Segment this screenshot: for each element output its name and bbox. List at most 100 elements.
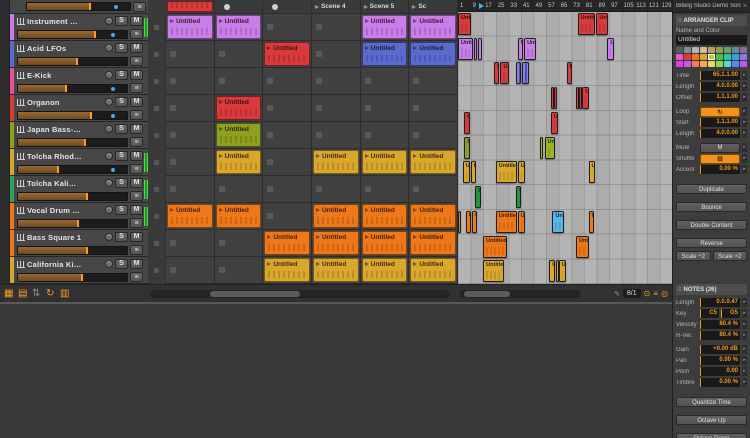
arranger-clip[interactable]: U	[478, 37, 483, 60]
clip-slot[interactable]: Untitled	[360, 203, 410, 230]
track-row[interactable]: California Ki… S M ≡	[10, 257, 148, 284]
track-row[interactable]: E-Kick S M ≡	[10, 68, 148, 95]
clip-slot[interactable]	[166, 257, 215, 284]
track-name[interactable]: Vocal Drum …	[27, 206, 103, 215]
color-swatch[interactable]	[700, 54, 707, 60]
clip-slot[interactable]	[263, 122, 312, 149]
launcher-clip[interactable]: Untitled	[361, 204, 408, 228]
clip-stop-button[interactable]	[154, 25, 159, 30]
arranger-clip[interactable]: Unt	[588, 161, 596, 184]
arranger-clip[interactable]: Unt	[550, 111, 558, 134]
mute-button[interactable]: M	[700, 142, 740, 153]
clip-slot[interactable]	[214, 230, 264, 257]
clip-slot[interactable]	[263, 14, 312, 41]
velocity-value[interactable]: 80.4 %	[700, 320, 740, 329]
double-content-button[interactable]: Double Content	[676, 220, 747, 231]
clip-stop-button[interactable]	[154, 133, 159, 138]
track-row[interactable]: Acid LFOs S M ≡	[10, 41, 148, 68]
clip-slot[interactable]	[311, 68, 361, 95]
solo-button[interactable]: S	[115, 16, 128, 26]
record-arm-button[interactable]	[105, 125, 113, 133]
color-swatch[interactable]	[708, 47, 715, 53]
clip-slot[interactable]: Untitled	[263, 41, 312, 68]
record-arm-button[interactable]	[105, 98, 113, 106]
clip-slot[interactable]	[263, 68, 312, 95]
launcher-clip[interactable]: Untitled	[264, 42, 310, 66]
mute-button[interactable]: M	[130, 43, 143, 53]
scene-play-icon[interactable]	[412, 4, 417, 9]
clip-slot[interactable]	[263, 203, 312, 230]
clip-slot[interactable]: Untitled	[409, 203, 458, 230]
history-icon[interactable]: ▸	[742, 367, 747, 376]
clip-slot[interactable]: Untitled	[409, 257, 458, 284]
track-row[interactable]: Instrument … S M ≡	[10, 14, 148, 41]
history-icon[interactable]: ▸	[742, 345, 747, 354]
clip-slot[interactable]: Untitled	[214, 122, 264, 149]
clip-slot[interactable]	[360, 176, 410, 203]
volume-fader[interactable]	[17, 29, 128, 39]
menu-icon[interactable]: ≡	[653, 289, 658, 298]
arranger-clip[interactable]: Unt	[524, 37, 536, 60]
clip-slot[interactable]: Untitled	[311, 149, 361, 176]
arranger-clip[interactable]: Unt	[596, 13, 608, 35]
scene-header[interactable]: Scene 5	[360, 0, 410, 14]
clip-slot[interactable]	[166, 230, 215, 257]
launcher-clip[interactable]: Untitled	[361, 258, 408, 282]
shuffle-button[interactable]: ⚄	[700, 153, 740, 164]
launcher-clip-partial[interactable]	[167, 1, 213, 12]
quantize-time-button[interactable]: Quantize Time	[676, 397, 747, 408]
color-swatch[interactable]	[740, 47, 747, 53]
color-swatch[interactable]	[724, 47, 731, 53]
clip-slot[interactable]: Untitled	[409, 230, 458, 257]
loop-icon[interactable]: ↻	[46, 287, 54, 300]
color-swatch[interactable]	[700, 61, 707, 67]
color-swatch[interactable]	[692, 54, 699, 60]
history-icon[interactable]: ▸	[742, 356, 747, 365]
clip-slot[interactable]	[263, 95, 312, 122]
mute-button[interactable]: M	[130, 97, 143, 107]
clip-slot[interactable]	[166, 95, 215, 122]
clip-slot[interactable]	[311, 14, 361, 41]
clip-slot[interactable]: Untitled	[263, 230, 312, 257]
launcher-clip[interactable]: Untitled	[312, 204, 359, 228]
reverse-button[interactable]: Reverse	[676, 238, 747, 249]
arranger-clip[interactable]: Unt	[582, 87, 590, 110]
arranger-clip[interactable]: Unt	[470, 161, 476, 184]
length-value[interactable]: 4.0.0.00	[700, 82, 740, 91]
track-menu-button[interactable]: ≡	[130, 137, 143, 147]
track-name[interactable]: Japan Bass-…	[27, 125, 103, 134]
scene-header[interactable]: Scene 4	[311, 0, 361, 14]
record-arm-button[interactable]	[105, 179, 113, 187]
track-menu-button[interactable]: ≡	[130, 218, 143, 228]
track-menu-button[interactable]: ≡	[130, 272, 143, 282]
pan-indicator[interactable]	[111, 32, 115, 37]
mute-button[interactable]: M	[130, 124, 143, 134]
octave-down-button[interactable]: Octave Down	[676, 433, 747, 438]
launcher-scrollbar[interactable]	[150, 290, 450, 298]
project-tab[interactable]: Bitwig Studio Demo Song ×	[673, 0, 750, 13]
clip-slot[interactable]	[409, 68, 458, 95]
arranger-clip[interactable]: Unt	[544, 136, 555, 159]
launcher-clip[interactable]: Untitled	[410, 42, 456, 66]
offset-value[interactable]: 1.1.1.00	[700, 93, 740, 102]
scene-header[interactable]	[166, 0, 215, 14]
record-arm-button[interactable]	[105, 152, 113, 160]
track-menu-button[interactable]: ≡	[133, 1, 146, 12]
color-swatch[interactable]	[732, 54, 739, 60]
time-value[interactable]: 65.1.1.00	[700, 71, 740, 80]
key-low-value[interactable]: C5	[700, 309, 719, 318]
launcher-clip[interactable]: Untitled	[264, 231, 310, 255]
color-swatch[interactable]	[716, 54, 723, 60]
launcher-clip[interactable]: Untitled	[215, 15, 262, 39]
solo-button[interactable]: S	[115, 205, 128, 215]
arranger-clip[interactable]: Unt	[494, 62, 500, 85]
solo-button[interactable]: S	[115, 124, 128, 134]
track-row[interactable]: Organon S M ≡	[10, 95, 148, 122]
volume-fader[interactable]	[26, 2, 131, 11]
key-high-value[interactable]: G5	[721, 309, 740, 318]
pan-value[interactable]: 0.00 %	[700, 356, 740, 365]
arranger-clip[interactable]: Unt	[458, 13, 472, 35]
volume-fader[interactable]	[17, 56, 128, 66]
arranger-clip[interactable]: Unt	[558, 260, 566, 283]
arranger-clip[interactable]: Unt	[607, 37, 615, 60]
